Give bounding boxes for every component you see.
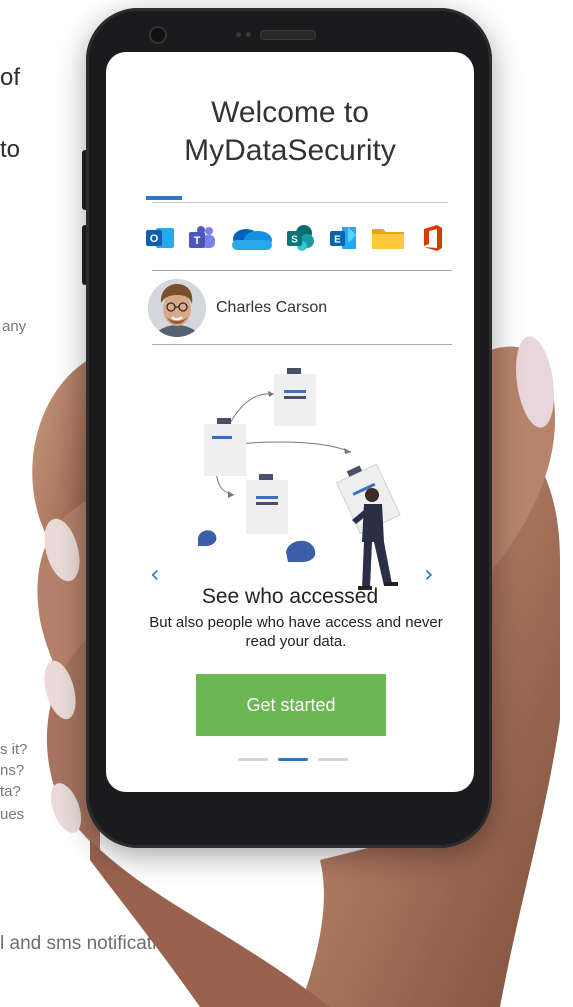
sharepoint-icon: S	[284, 223, 316, 253]
carousel-pagination	[238, 758, 348, 761]
document-icon	[246, 480, 288, 534]
outlook-icon: O	[144, 223, 176, 253]
teams-icon: T	[186, 223, 218, 253]
svg-text:S: S	[292, 235, 299, 246]
phone-screen: Welcome to MyDataSecurity O T S E Charle…	[106, 52, 474, 792]
user-divider-bottom	[152, 344, 452, 345]
light-sensor	[246, 32, 251, 37]
user-divider-top	[152, 270, 452, 271]
phone-device: Welcome to MyDataSecurity O T S E Charle…	[86, 8, 492, 848]
front-camera	[149, 26, 167, 44]
header-accent-bar	[146, 196, 182, 200]
title-line-1: Welcome to	[211, 96, 369, 129]
avatar	[148, 279, 206, 337]
proximity-sensor	[236, 32, 241, 37]
document-icon	[274, 374, 316, 426]
user-profile: Charles Carson	[148, 278, 327, 338]
earpiece-speaker	[260, 30, 316, 40]
header-divider	[152, 202, 448, 203]
slide-title: See who accessed	[201, 585, 379, 608]
get-started-button[interactable]: Get started	[196, 674, 386, 736]
slide-description: But also people who have access and neve…	[149, 614, 443, 650]
pagination-dot-3[interactable]	[318, 758, 348, 761]
previous-slide-arrow-icon[interactable]: ‹	[150, 560, 160, 588]
exchange-icon: E	[327, 223, 359, 253]
next-slide-arrow-icon[interactable]: ›	[424, 560, 434, 588]
connected-apps-row: O T S E	[144, 220, 449, 256]
document-icon	[204, 424, 246, 476]
pagination-dot-2[interactable]	[278, 758, 308, 761]
title-line-2: MyDataSecurity	[184, 134, 396, 167]
onedrive-icon	[228, 223, 274, 253]
welcome-title: Welcome to MyDataSecurity	[106, 94, 474, 170]
user-name: Charles Carson	[216, 299, 328, 316]
document-flow-illustration	[198, 368, 401, 590]
office-icon	[417, 223, 449, 253]
svg-text:T: T	[194, 235, 201, 247]
svg-text:E: E	[334, 235, 341, 246]
svg-text:O: O	[150, 233, 159, 245]
folder-icon	[369, 223, 407, 253]
pagination-dot-1[interactable]	[238, 758, 268, 761]
